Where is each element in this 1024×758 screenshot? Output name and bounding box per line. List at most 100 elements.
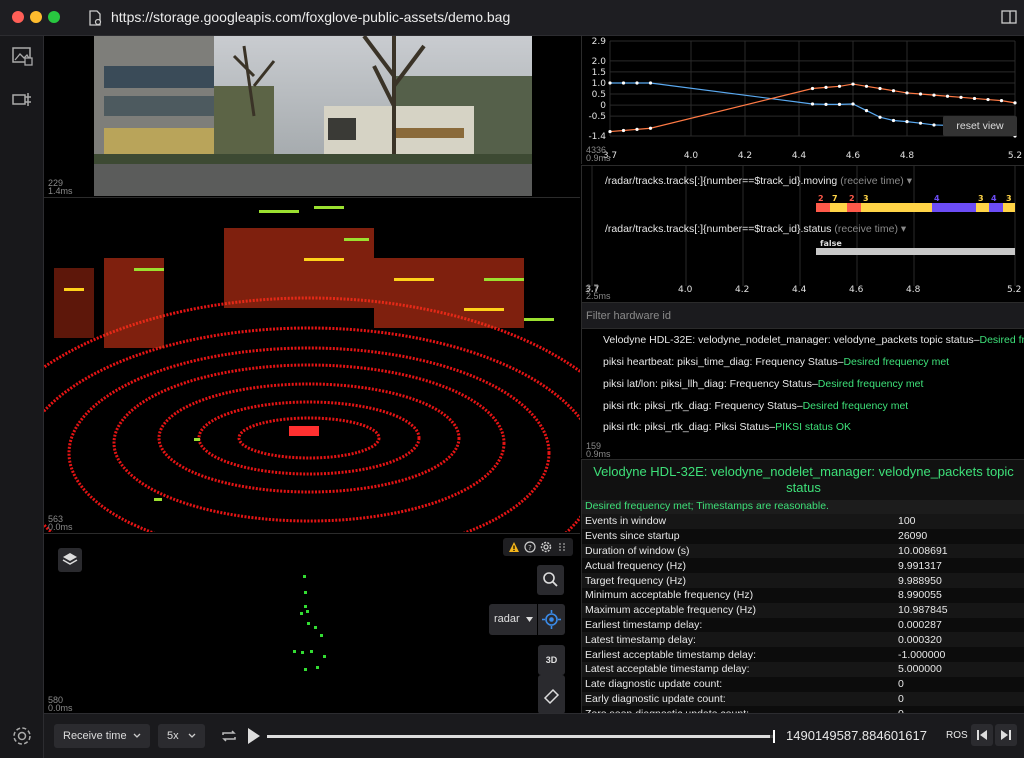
data-point	[824, 85, 828, 89]
y-tick: -1.4	[588, 132, 606, 142]
skip-forward-icon	[1001, 730, 1011, 740]
perf-time: 0.0ms	[48, 703, 73, 713]
y-tick: 0	[600, 101, 606, 111]
chevron-down-icon	[188, 733, 196, 738]
topic-suffix: (receive time)	[840, 175, 904, 187]
diag-name: piksi lat/lon: piksi_llh_diag: Frequency…	[603, 378, 818, 390]
view-3d-toggle[interactable]: 3D	[538, 645, 565, 675]
help-icon[interactable]: ?	[524, 541, 536, 553]
filter-input[interactable]	[586, 308, 1016, 324]
state-transitions-panel[interactable]: 2 7 2 3 4 3 4 3 false 3.7 4.0 4.2 4.4 4.…	[581, 165, 1024, 302]
x-tick: 4.2	[735, 285, 749, 295]
diag-item[interactable]: Velodyne HDL-32E: velodyne_nodelet_manag…	[603, 334, 1024, 346]
camera-image	[94, 36, 532, 196]
data-point	[608, 81, 612, 85]
detail-value: 9.991317	[895, 558, 1024, 574]
data-point	[810, 86, 815, 91]
diag-item[interactable]: piksi lat/lon: piksi_llh_diag: Frequency…	[603, 378, 923, 390]
moving-label: 4	[934, 194, 940, 203]
current-timestamp[interactable]: 1490149587.884601617	[786, 728, 927, 743]
maximize-window-button[interactable]	[48, 11, 60, 23]
topic-suffix: (receive time)	[834, 223, 898, 235]
timeline-slider[interactable]	[267, 730, 775, 743]
diag-item[interactable]: piksi rtk: piksi_rtk_diag: Frequency Sta…	[603, 400, 908, 412]
data-point	[621, 81, 626, 85]
topic-path: /radar/tracks.tracks[:]{number==$track_i…	[605, 223, 832, 235]
image-panel-icon[interactable]	[10, 44, 34, 68]
follow-target-button[interactable]	[538, 604, 565, 635]
data-point	[999, 99, 1004, 103]
perf-time: 2.5ms	[586, 291, 611, 301]
detail-value: 0	[895, 676, 1024, 692]
detail-key: Earliest timestamp delay:	[582, 617, 895, 633]
detail-key: Actual frequency (Hz)	[582, 558, 895, 574]
x-tick: 4.4	[792, 151, 807, 161]
detail-key: Minimum acceptable frequency (Hz)	[582, 587, 895, 603]
left-sidebar	[0, 36, 44, 758]
node-panel-icon[interactable]	[10, 88, 34, 112]
camera-image-panel[interactable]: 229 1.4ms	[44, 36, 580, 196]
topic-row-moving[interactable]: /radar/tracks.tracks[:]{number==$track_i…	[605, 175, 912, 187]
data-point	[864, 84, 869, 88]
close-window-button[interactable]	[12, 11, 24, 23]
data-point	[1013, 101, 1017, 105]
diag-item[interactable]: piksi heartbeat: piksi_time_diag: Freque…	[603, 356, 949, 368]
diagnostic-detail-panel[interactable]: Velodyne HDL-32E: velodyne_nodelet_manag…	[581, 459, 1024, 713]
timeline-progress	[267, 735, 770, 738]
lidar-3d-panel[interactable]: 563 0.0ms	[44, 197, 580, 532]
data-point	[905, 120, 909, 124]
y-tick: 1.0	[592, 79, 607, 89]
chevron-down-icon	[133, 733, 141, 738]
minimize-window-button[interactable]	[30, 11, 42, 23]
data-point	[932, 123, 936, 127]
detail-row: Actual frequency (Hz) 9.991317	[582, 558, 1024, 574]
perf-time: 1.4ms	[48, 186, 73, 196]
gear-icon[interactable]	[540, 541, 552, 553]
data-point	[918, 121, 923, 125]
detail-row: Events in window 100	[582, 514, 1024, 529]
chevron-down-icon	[526, 617, 533, 622]
reset-view-button[interactable]: reset view	[943, 116, 1017, 136]
warning-icon[interactable]	[508, 541, 520, 553]
layers-button[interactable]	[58, 548, 82, 572]
frame-select[interactable]: radar	[489, 604, 537, 635]
panel-toolbar: ?	[503, 538, 573, 556]
settings-icon[interactable]	[10, 724, 34, 748]
loop-icon[interactable]	[220, 727, 238, 745]
speed-select[interactable]: 5x	[158, 724, 205, 748]
diag-name: piksi rtk: piksi_rtk_diag: Frequency Sta…	[603, 400, 803, 412]
timeline-handle[interactable]	[773, 730, 775, 743]
detail-row: Maximum acceptable frequency (Hz) 10.9878…	[582, 602, 1024, 618]
diag-name: piksi heartbeat: piksi_time_diag: Freque…	[603, 356, 844, 368]
measure-button[interactable]	[538, 675, 565, 713]
data-point	[824, 102, 828, 107]
y-tick: -0.5	[588, 112, 606, 122]
seek-forward-button[interactable]	[995, 724, 1017, 746]
detail-key: Maximum acceptable frequency (Hz)	[582, 602, 895, 618]
moving-label: 2	[818, 194, 824, 203]
diag-status: Desired frequency met	[817, 378, 924, 390]
time-mode-select[interactable]: Receive time	[54, 724, 150, 748]
detail-value: 0	[895, 691, 1024, 707]
topic-row-status[interactable]: /radar/tracks.tracks[:]{number==$track_i…	[605, 223, 906, 235]
seek-backward-button[interactable]	[971, 724, 993, 746]
detail-row: Duration of window (s) 10.008691	[582, 543, 1024, 559]
detail-row: Early diagnostic update count: 0	[582, 691, 1024, 707]
play-icon[interactable]	[247, 727, 261, 745]
diag-item[interactable]: piksi rtk: piksi_rtk_diag: Piksi Status–…	[603, 421, 851, 433]
search-button[interactable]	[537, 565, 564, 595]
data-point	[837, 84, 842, 88]
detail-table: Events in window 100 Events since startup 2…	[582, 514, 1024, 713]
detail-row: Minimum acceptable frequency (Hz) 8.99005…	[582, 587, 1024, 603]
diagnostics-summary-panel[interactable]: Velodyne HDL-32E: velodyne_nodelet_manag…	[581, 302, 1024, 458]
target-icon	[542, 610, 561, 629]
playback-bar: Receive time 5x 1490149587.884601617 ROS	[44, 713, 1024, 758]
detail-key: Latest timestamp delay:	[582, 632, 895, 648]
plot-panel[interactable]: 2.9 2.0 1.5 1.0 0.5 0 -0.5 -1.4 3.7 4.0 4.2 4.4 4.6…	[581, 36, 1024, 164]
data-point	[621, 128, 626, 133]
drag-handle-icon[interactable]	[557, 541, 567, 553]
layout-toggle-icon[interactable]	[1001, 10, 1017, 24]
data-point	[986, 97, 990, 102]
x-tick: 4.4	[792, 285, 807, 295]
radar-3d-panel[interactable]: ? radar 3D 580 0.0ms	[44, 533, 580, 713]
